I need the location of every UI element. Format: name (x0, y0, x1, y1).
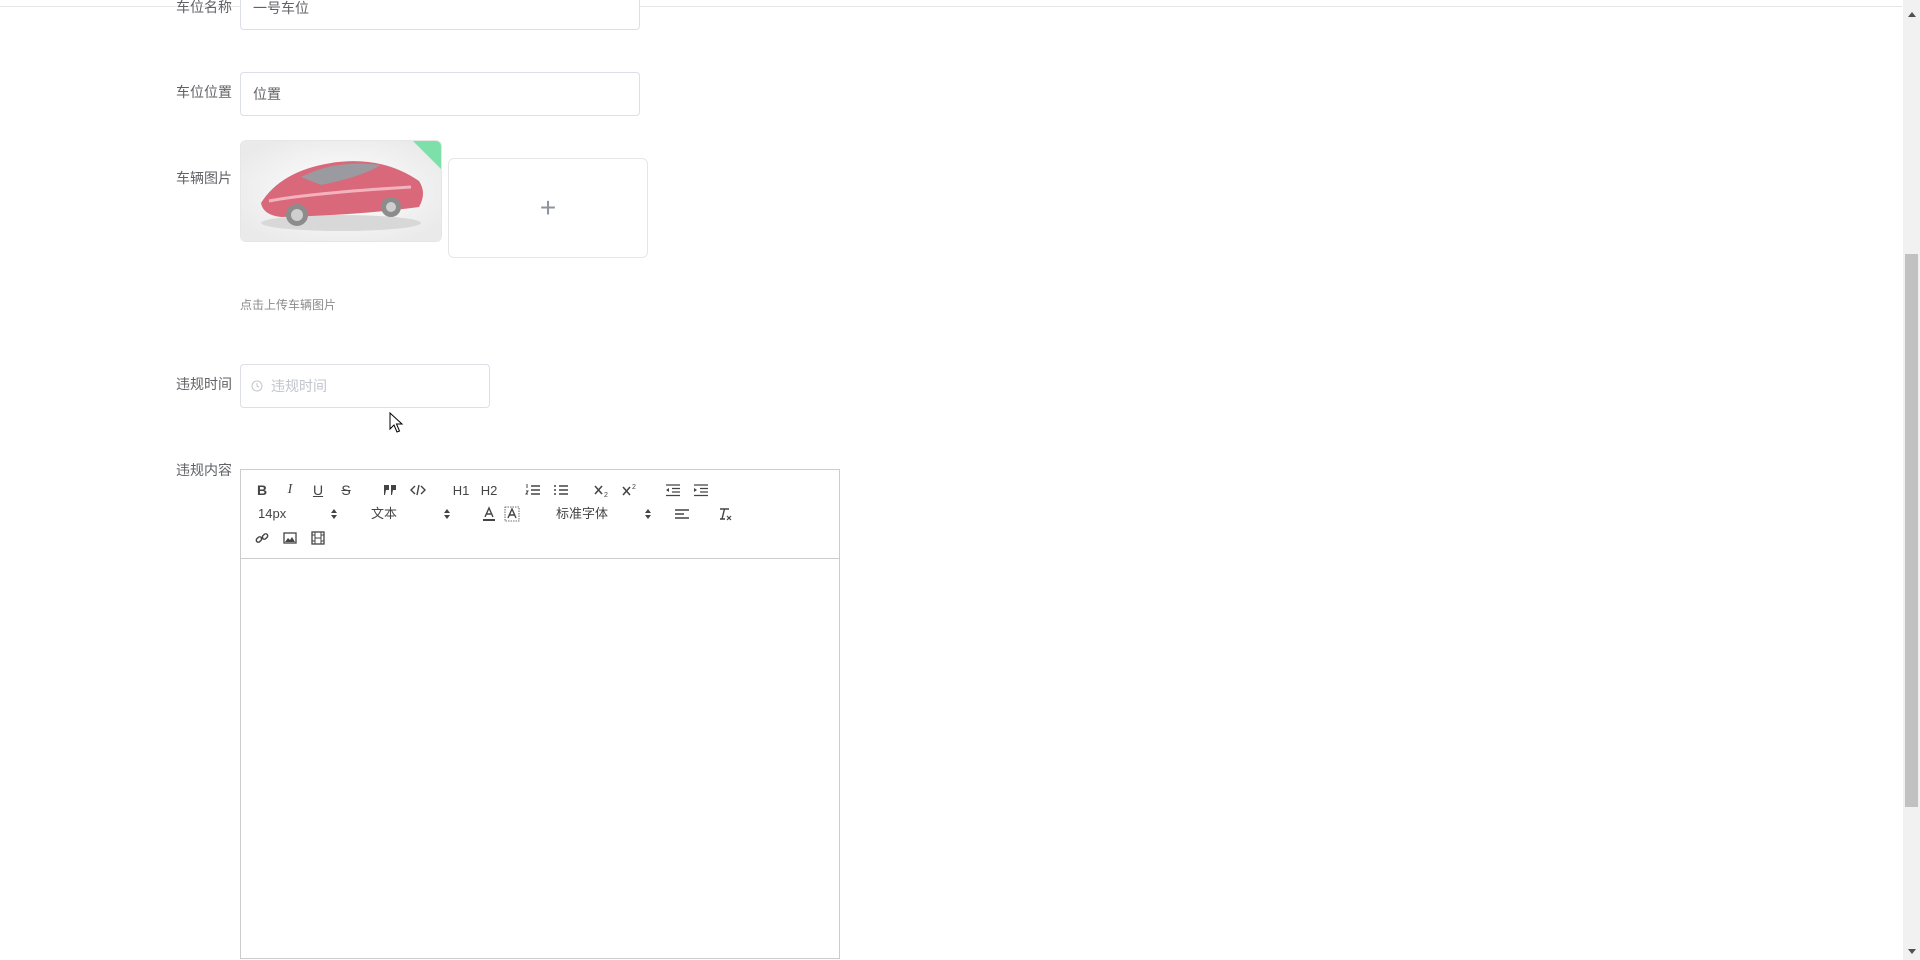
header2-button[interactable]: H2 (479, 480, 499, 500)
code-icon (410, 484, 426, 496)
strike-label: S (341, 482, 351, 498)
superscript-icon: 2 (622, 484, 636, 496)
rich-text-editor[interactable]: B I U S H1 H2 2 2 14px 文本 标准字体 (240, 469, 840, 959)
parking-name-input[interactable]: 一号车位 (240, 0, 640, 30)
violation-time-label: 违规时间 (176, 376, 232, 392)
editor-toolbar: B I U S H1 H2 2 2 14px 文本 标准字体 (241, 470, 839, 559)
header1-label: H1 (452, 482, 470, 498)
image-button[interactable] (280, 528, 300, 548)
clear-format-button[interactable] (715, 504, 735, 524)
italic-button[interactable]: I (280, 480, 300, 500)
header2-label: H2 (480, 482, 498, 498)
clock-icon (251, 380, 263, 392)
align-button[interactable] (672, 504, 692, 524)
vehicle-image-label: 车辆图片 (176, 170, 232, 186)
quote-icon (384, 485, 396, 495)
select-arrows-icon (331, 509, 337, 519)
upload-success-corner (413, 141, 441, 169)
video-icon (311, 531, 325, 545)
background-color-icon (504, 506, 520, 522)
car-image (241, 141, 441, 241)
violation-content-label: 违规内容 (176, 462, 232, 478)
text-color-button[interactable] (479, 504, 499, 524)
image-upload-button[interactable]: + (448, 158, 648, 258)
align-left-icon (675, 509, 689, 519)
svg-text:2: 2 (632, 484, 636, 491)
text-color-icon (483, 506, 495, 521)
select-arrows-icon (444, 509, 450, 519)
page-scrollbar[interactable] (1903, 0, 1920, 960)
font-select[interactable]: 标准字体 (556, 504, 652, 524)
svg-text:2: 2 (604, 492, 608, 498)
outdent-button[interactable] (663, 480, 683, 500)
bold-button[interactable]: B (252, 480, 272, 500)
upload-tip: 点击上传车辆图片 (240, 298, 337, 312)
link-icon (255, 533, 269, 543)
header1-button[interactable]: H1 (451, 480, 471, 500)
violation-time-input[interactable]: 违规时间 (240, 364, 490, 408)
parking-name-label: 车位名称 (176, 0, 232, 15)
scroll-up-icon[interactable] (1908, 12, 1916, 17)
plus-icon: + (539, 192, 557, 223)
font-select-value: 标准字体 (556, 506, 609, 521)
size-select[interactable]: 14px (258, 504, 338, 524)
bullet-list-icon (554, 485, 568, 495)
indent-button[interactable] (691, 480, 711, 500)
subscript-button[interactable]: 2 (592, 480, 612, 500)
underline-button[interactable]: U (308, 480, 328, 500)
bold-label: B (256, 482, 268, 498)
bullet-list-button[interactable] (551, 480, 571, 500)
scrollbar-thumb[interactable] (1905, 254, 1918, 807)
italic-label: I (287, 482, 293, 497)
ordered-list-icon (525, 484, 540, 495)
vehicle-image-thumbnail[interactable] (240, 140, 442, 242)
header-select[interactable]: 文本 (371, 504, 451, 524)
parking-location-label: 车位位置 (176, 84, 232, 100)
background-color-button[interactable] (502, 504, 522, 524)
mouse-cursor-icon (389, 412, 404, 433)
link-button[interactable] (252, 528, 272, 548)
video-button[interactable] (308, 528, 328, 548)
parking-location-input[interactable]: 位置 (240, 72, 640, 116)
indent-icon (694, 484, 708, 497)
scroll-down-icon[interactable] (1908, 949, 1916, 954)
clear-format-icon (720, 508, 732, 521)
editor-content-area[interactable] (241, 559, 839, 958)
select-arrows-icon (645, 509, 651, 519)
ordered-list-button[interactable] (523, 480, 543, 500)
violation-time-placeholder: 违规时间 (271, 378, 327, 394)
outdent-icon (666, 484, 680, 497)
strike-button[interactable]: S (336, 480, 356, 500)
subscript-icon: 2 (594, 485, 608, 498)
underline-label: U (312, 482, 324, 498)
code-block-button[interactable] (408, 480, 428, 500)
header-select-value: 文本 (371, 506, 398, 521)
image-icon (283, 532, 297, 544)
size-select-value: 14px (258, 506, 287, 521)
superscript-button[interactable]: 2 (620, 480, 640, 500)
blockquote-button[interactable] (380, 480, 400, 500)
